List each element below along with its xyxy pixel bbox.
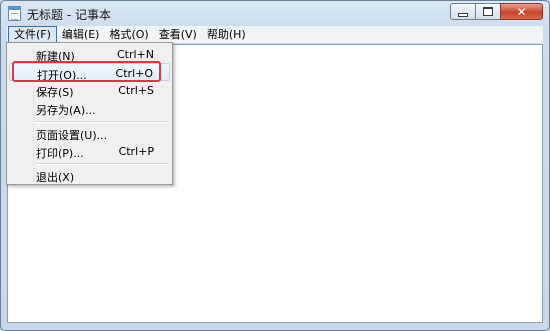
menu-item-shortcut: Ctrl+N	[116, 48, 154, 61]
window-title: 无标题 - 记事本	[27, 8, 111, 22]
minimize-button[interactable]	[450, 3, 476, 20]
menu-item-label: 退出(X)	[36, 171, 75, 184]
menu-item-page-setup[interactable]: 页面设置(U)...	[9, 124, 170, 142]
menu-item-print[interactable]: 打印(P)... Ctrl+P	[9, 142, 170, 160]
menu-item-shortcut: Ctrl+O	[115, 67, 153, 80]
menu-separator	[35, 121, 168, 123]
menu-format[interactable]: 格式(O)	[104, 27, 153, 42]
menu-item-label: 另存为(A)...	[36, 104, 96, 117]
maximize-icon	[483, 7, 493, 16]
notepad-icon[interactable]	[8, 6, 21, 21]
menu-edit[interactable]: 编辑(E)	[57, 27, 105, 42]
menu-item-label: 新建(N)	[36, 50, 75, 63]
title-bar[interactable]: 无标题 - 记事本 ✕	[1, 1, 549, 26]
menu-view[interactable]: 查看(V)	[154, 27, 202, 42]
maximize-button[interactable]	[475, 3, 501, 20]
close-button[interactable]: ✕	[500, 3, 543, 20]
close-icon: ✕	[516, 4, 527, 19]
minimize-icon	[458, 12, 468, 17]
menu-item-shortcut: Ctrl+S	[118, 84, 154, 97]
menu-item-label: 页面设置(U)...	[36, 129, 108, 142]
menu-item-label: 打印(P)...	[36, 147, 84, 160]
file-menu-dropdown: 新建(N) Ctrl+N 打开(O)... Ctrl+O 保存(S) Ctrl+…	[6, 42, 173, 185]
menu-item-new[interactable]: 新建(N) Ctrl+N	[9, 45, 170, 63]
caption-buttons: ✕	[450, 3, 543, 20]
menu-item-save-as[interactable]: 另存为(A)...	[9, 99, 170, 117]
menu-item-exit[interactable]: 退出(X)	[9, 166, 170, 184]
menu-item-shortcut: Ctrl+P	[118, 145, 154, 158]
menu-file[interactable]: 文件(F)	[8, 26, 57, 43]
menu-bar: 文件(F) 编辑(E) 格式(O) 查看(V) 帮助(H)	[7, 26, 543, 43]
menu-item-open[interactable]: 打开(O)... Ctrl+O	[9, 63, 170, 82]
menu-item-label: 保存(S)	[36, 86, 74, 99]
menu-help[interactable]: 帮助(H)	[202, 27, 251, 42]
menu-separator	[35, 163, 168, 165]
menu-item-save[interactable]: 保存(S) Ctrl+S	[9, 81, 170, 99]
